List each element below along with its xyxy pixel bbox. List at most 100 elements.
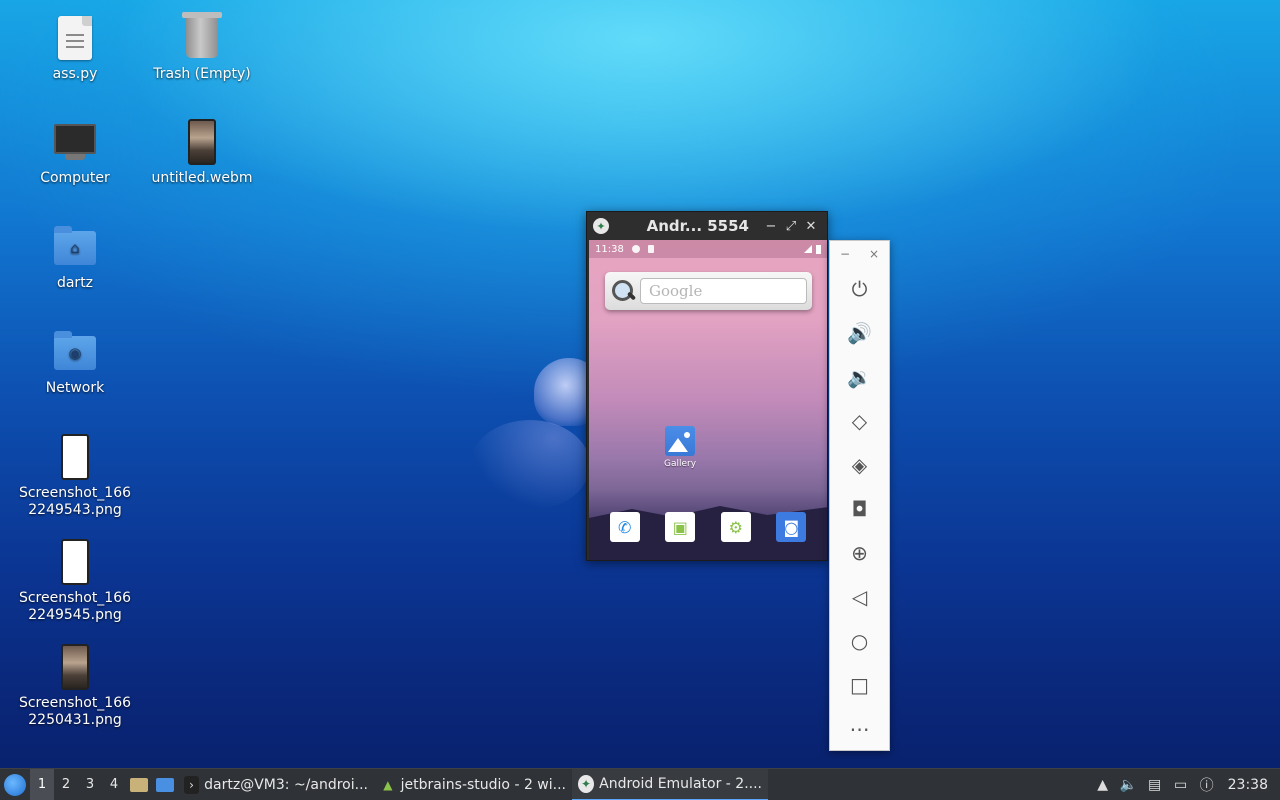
- android-dock: ✆ ▣ ⚙ ◙: [589, 512, 827, 542]
- volume-icon[interactable]: 🔈: [1116, 769, 1142, 800]
- task-android-studio[interactable]: ▲ jetbrains-studio - 2 wi...: [374, 769, 572, 800]
- rotate-right-icon: ◈: [851, 453, 868, 477]
- gallery-app[interactable]: Gallery: [664, 426, 696, 469]
- more-icon: ⋯: [849, 717, 870, 741]
- system-tray: ▲ 🔈 ▤ ▭ ⓘ 23:38: [1090, 769, 1280, 800]
- desktop-icon-label: ass.py: [52, 66, 98, 82]
- volume-down-icon: 🔉: [847, 365, 872, 389]
- back-button[interactable]: ◁: [830, 575, 889, 619]
- computer-icon: [51, 118, 99, 166]
- android-screen[interactable]: 11:38 Google Gallery ✆ ▣ ⚙ ◙: [589, 240, 827, 560]
- desktop-icon-dartz[interactable]: ⌂ dartz: [15, 223, 135, 292]
- start-menu-icon: [4, 773, 26, 796]
- workspace-2[interactable]: 2: [54, 769, 78, 800]
- maximize-button[interactable]: ⤢: [781, 219, 801, 234]
- update-notifier-icon[interactable]: ⓘ: [1194, 769, 1220, 800]
- task-terminal[interactable]: › dartz@VM3: ~/androi...: [178, 769, 374, 800]
- desktop-icon-trash[interactable]: Trash (Empty): [142, 12, 262, 83]
- image-file-icon: [51, 643, 99, 691]
- close-button[interactable]: ✕: [801, 219, 821, 234]
- task-label: jetbrains-studio - 2 wi...: [400, 776, 566, 793]
- rotate-left-button[interactable]: ◇: [830, 399, 889, 443]
- task-android-emulator[interactable]: ✦ Android Emulator - 2....: [572, 768, 768, 800]
- power-button[interactable]: ⏻: [830, 267, 889, 311]
- desktop-icon-screenshot-1[interactable]: Screenshot_166 2249543.png: [15, 433, 135, 519]
- task-label: Android Emulator - 2....: [599, 775, 762, 792]
- minimize-button[interactable]: −: [761, 219, 781, 234]
- volume-up-button[interactable]: 🔊: [830, 311, 889, 355]
- panel-close-button[interactable]: ×: [869, 247, 879, 261]
- clock[interactable]: 23:38: [1220, 777, 1280, 793]
- screenshot-button[interactable]: ◘: [830, 487, 889, 531]
- emulator-window[interactable]: ✦ Andr... 5554 − ⤢ ✕ 11:38 Google Galler…: [586, 211, 828, 561]
- camera-app-icon[interactable]: ◙: [776, 512, 807, 542]
- show-desktop-icon: [156, 777, 174, 792]
- workspace-4[interactable]: 4: [102, 769, 126, 800]
- trash-icon: [178, 12, 226, 62]
- emulator-icon: ✦: [578, 774, 595, 793]
- desktop-icon-label: Screenshot_166 2249543.png: [18, 485, 132, 518]
- video-file-icon: [178, 118, 226, 166]
- battery-icon: [816, 244, 821, 254]
- power-icon: ⏻: [851, 277, 868, 301]
- desktop-icon-screenshot-2[interactable]: Screenshot_166 2249545.png: [15, 538, 135, 624]
- desktop-icon-label: Computer: [40, 170, 110, 186]
- desktop-icon-computer[interactable]: Computer: [15, 118, 135, 187]
- desktop-icon-label: untitled.webm: [151, 170, 253, 186]
- rotate-right-button[interactable]: ◈: [830, 443, 889, 487]
- workspace-1[interactable]: 1: [30, 768, 54, 800]
- task-label: dartz@VM3: ~/androi...: [204, 776, 368, 793]
- clipboard-icon[interactable]: ▤: [1142, 769, 1168, 800]
- tray-expand-button[interactable]: ▲: [1090, 769, 1116, 800]
- volume-down-button[interactable]: 🔉: [830, 355, 889, 399]
- desktop-icon-network[interactable]: ◉ Network: [15, 328, 135, 397]
- desktop-icon-screenshot-3[interactable]: Screenshot_166 2250431.png: [15, 643, 135, 729]
- google-search-box[interactable]: Google: [640, 278, 807, 304]
- desktop-icon-label: dartz: [56, 275, 94, 291]
- android-statusbar: 11:38: [589, 240, 827, 258]
- camera-icon: ◘: [851, 497, 868, 521]
- gallery-icon: [665, 426, 695, 456]
- show-desktop-launcher[interactable]: [152, 769, 178, 800]
- gallery-label: Gallery: [663, 459, 697, 469]
- wallpaper-jellyfish-tentacles: [470, 420, 590, 510]
- home-button[interactable]: ○: [830, 619, 889, 663]
- notification-icon: [631, 245, 640, 253]
- desktop-icon-untitled-webm[interactable]: untitled.webm: [142, 118, 262, 187]
- rotate-left-icon: ◇: [851, 409, 868, 433]
- phone-app-icon[interactable]: ✆: [609, 512, 640, 542]
- search-icon: [610, 278, 636, 304]
- file-manager-icon: [130, 777, 148, 792]
- panel-minimize-button[interactable]: −: [840, 247, 850, 261]
- desktop-icon-ass-py[interactable]: ass.py: [15, 14, 135, 83]
- network-folder-icon: ◉: [51, 328, 99, 376]
- home-folder-icon: ⌂: [51, 223, 99, 271]
- network-icon[interactable]: ▭: [1168, 769, 1194, 800]
- emulator-side-panel: − × ⏻ 🔊 🔉 ◇ ◈ ◘ ⊕ ◁ ○ □ ⋯: [829, 240, 890, 751]
- android-app-icon[interactable]: ⚙: [720, 512, 751, 542]
- volume-up-icon: 🔊: [847, 321, 872, 345]
- statusbar-time: 11:38: [595, 243, 624, 255]
- workspace-3[interactable]: 3: [78, 769, 102, 800]
- desktop-icon-label: Screenshot_166 2249545.png: [18, 590, 132, 623]
- android-studio-icon: ▲: [383, 777, 393, 792]
- back-icon: ◁: [851, 585, 868, 609]
- more-button[interactable]: ⋯: [830, 707, 889, 751]
- emulator-titlebar[interactable]: ✦ Andr... 5554 − ⤢ ✕: [587, 212, 827, 240]
- overview-button[interactable]: □: [830, 663, 889, 707]
- image-file-icon: [51, 433, 99, 481]
- zoom-button[interactable]: ⊕: [830, 531, 889, 575]
- zoom-icon: ⊕: [851, 541, 868, 565]
- start-menu-button[interactable]: [0, 770, 30, 800]
- google-search-widget[interactable]: Google: [605, 272, 812, 310]
- emulator-title: Andr... 5554: [646, 217, 749, 235]
- python-file-icon: [51, 14, 99, 62]
- overview-icon: □: [850, 673, 869, 697]
- image-file-icon: [51, 538, 99, 586]
- emulator-app-icon: ✦: [593, 218, 609, 234]
- terminal-icon: ›: [184, 775, 200, 794]
- file-manager-launcher[interactable]: [126, 769, 152, 800]
- desktop-icon-label: Network: [45, 380, 105, 396]
- store-app-icon[interactable]: ▣: [665, 512, 696, 542]
- desktop-icon-label: Trash (Empty): [153, 66, 251, 82]
